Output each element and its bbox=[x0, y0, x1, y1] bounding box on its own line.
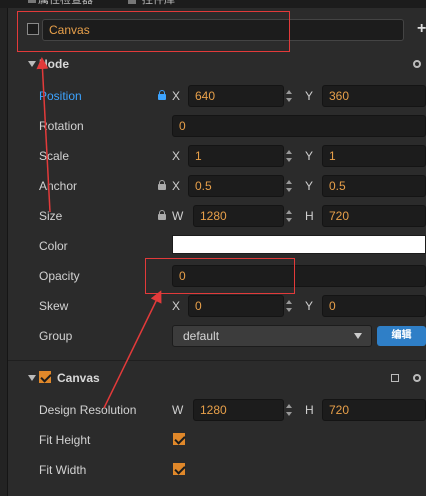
annotation-arrow-opacity bbox=[103, 290, 162, 409]
annotation-arrows bbox=[36, 57, 162, 409]
annotation-arrow-up bbox=[36, 57, 51, 213]
